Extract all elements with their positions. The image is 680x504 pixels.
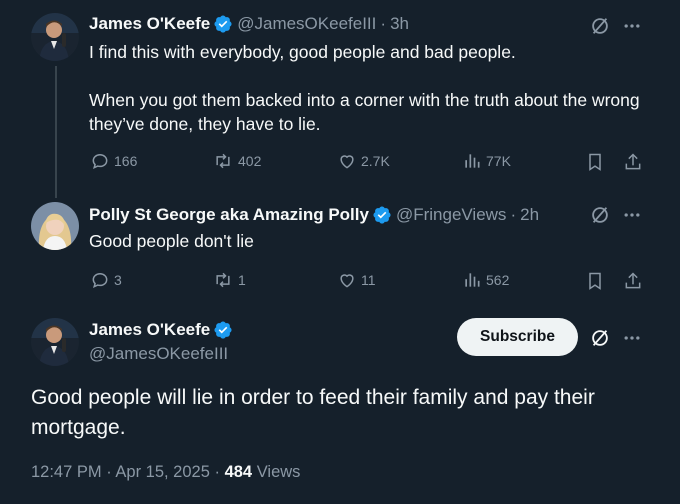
tweet1-paragraph-2: When you got them backed into a corner w… — [89, 90, 640, 134]
main-tweet-name-row: James O'Keefe — [89, 320, 237, 340]
share-button[interactable] — [623, 151, 647, 173]
reply-count: 3 — [114, 272, 122, 288]
like-count: 11 — [361, 272, 376, 288]
verified-badge-icon — [213, 14, 233, 34]
repost-button[interactable]: 1 — [212, 270, 246, 290]
repost-button[interactable]: 402 — [212, 151, 261, 171]
views-button[interactable]: 562 — [462, 270, 509, 290]
repost-count: 402 — [238, 153, 262, 169]
views-button[interactable]: 77K — [462, 151, 511, 171]
tweet2-text: Good people don't lie — [89, 231, 254, 251]
like-icon — [340, 274, 354, 288]
grok-icon[interactable] — [588, 14, 612, 38]
author-handle[interactable]: @FringeViews — [396, 205, 506, 225]
bookmark-button[interactable] — [585, 151, 609, 173]
post-timestamp[interactable]: 12:47 PM — [31, 463, 102, 481]
repost-icon — [216, 153, 230, 169]
avatar-james-okeefe[interactable] — [31, 13, 79, 61]
reply-button[interactable]: 166 — [90, 151, 137, 171]
grok-icon[interactable] — [588, 326, 612, 350]
author-handle[interactable]: @JamesOKeefeIII — [89, 344, 228, 364]
main-views-count: 484 — [224, 463, 253, 481]
post-time[interactable]: 3h — [390, 14, 409, 34]
post-time[interactable]: 2h — [520, 205, 539, 225]
verified-badge-icon — [213, 320, 233, 340]
avatar-polly-st-george[interactable] — [31, 202, 79, 250]
views-count: 562 — [486, 272, 510, 288]
author-name[interactable]: Polly St George aka Amazing Polly — [89, 205, 369, 225]
more-icon[interactable] — [620, 203, 644, 227]
views-icon — [465, 273, 480, 287]
separator-dot: · — [380, 14, 387, 33]
repost-icon — [216, 272, 230, 288]
tweet1-actions: 166 402 2.7K 77K — [0, 151, 680, 175]
like-icon — [340, 155, 354, 169]
share-icon — [625, 272, 641, 289]
thread-connector — [55, 66, 57, 198]
separator-dot: · — [510, 205, 517, 224]
tweet1-text: I find this with everybody, good people … — [89, 40, 659, 136]
share-icon — [625, 153, 641, 170]
main-views-label: Views — [256, 463, 301, 481]
tweet2-header: Polly St George aka Amazing Polly @Fring… — [89, 205, 539, 225]
author-name[interactable]: James O'Keefe — [89, 320, 210, 340]
share-button[interactable] — [623, 270, 647, 292]
reply-button[interactable]: 3 — [90, 270, 122, 290]
tweet1-paragraph-1: I find this with everybody, good people … — [89, 42, 516, 62]
more-icon[interactable] — [620, 326, 644, 350]
tweet1-header: James O'Keefe @JamesOKeefeIII · 3h — [89, 14, 409, 34]
views-count: 77K — [486, 153, 511, 169]
grok-icon[interactable] — [588, 203, 612, 227]
bookmark-icon — [589, 153, 601, 171]
reply-icon — [92, 153, 108, 170]
main-tweet-meta: 12:47 PM · Apr 15, 2025 · 484 Views — [31, 463, 300, 482]
main-tweet-text: Good people will lie in order to feed th… — [31, 386, 595, 439]
bookmark-button[interactable] — [585, 270, 609, 292]
repost-count: 1 — [238, 272, 246, 288]
reply-count: 166 — [114, 153, 138, 169]
avatar-james-okeefe[interactable] — [31, 318, 79, 366]
like-button[interactable]: 2.7K — [337, 151, 390, 171]
main-tweet-handle-row: @JamesOKeefeIII — [89, 344, 228, 364]
views-icon — [465, 154, 480, 168]
like-button[interactable]: 11 — [337, 270, 376, 290]
author-handle[interactable]: @JamesOKeefeIII — [237, 14, 376, 34]
post-date[interactable]: Apr 15, 2025 — [115, 463, 210, 481]
separator-dot: · — [106, 463, 116, 481]
more-icon[interactable] — [620, 14, 644, 38]
like-count: 2.7K — [361, 153, 390, 169]
bookmark-icon — [589, 272, 601, 290]
subscribe-button[interactable]: Subscribe — [457, 318, 578, 356]
reply-icon — [92, 272, 108, 289]
separator-dot: · — [214, 463, 225, 481]
verified-badge-icon — [372, 205, 392, 225]
author-name[interactable]: James O'Keefe — [89, 14, 210, 34]
tweet2-actions: 3 1 11 562 — [0, 270, 680, 294]
